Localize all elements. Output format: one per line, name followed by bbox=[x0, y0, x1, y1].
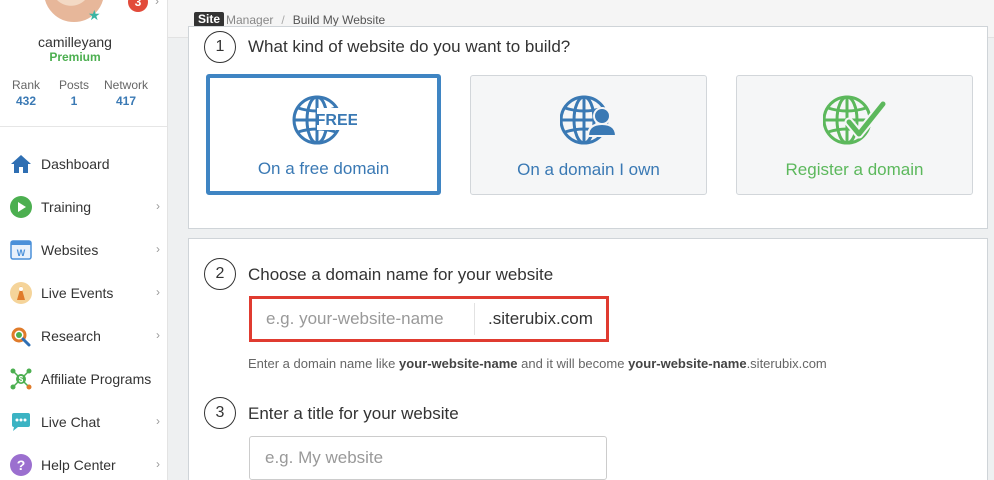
hint-text: and it will become bbox=[517, 356, 629, 371]
notification-badge[interactable]: 3 bbox=[128, 0, 148, 12]
chevron-right-icon: › bbox=[156, 199, 160, 213]
sidebar-item-affiliate-programs[interactable]: $ Affiliate Programs bbox=[0, 357, 168, 400]
step-title: Choose a domain name for your website bbox=[248, 265, 554, 284]
sidebar-item-websites[interactable]: W Websites › bbox=[0, 228, 168, 271]
globe-check-icon bbox=[822, 94, 887, 151]
step-title: Enter a title for your website bbox=[248, 404, 459, 423]
sidebar-item-label: Live Events bbox=[41, 284, 114, 301]
sidebar-item-label: Dashboard bbox=[41, 155, 110, 172]
hint-text: .siterubix.com bbox=[746, 356, 827, 371]
option-label: Register a domain bbox=[785, 160, 924, 179]
svg-text:W: W bbox=[17, 248, 26, 258]
chevron-right-icon: › bbox=[156, 457, 160, 471]
help-icon: ? bbox=[9, 453, 33, 477]
sidebar-item-label: Research bbox=[41, 327, 101, 344]
hint-example: your-website-name bbox=[399, 356, 518, 371]
sidebar-item-help-center[interactable]: ? Help Center › bbox=[0, 443, 168, 480]
profile-card: ★ 3 › camilleyang Premium Rank 432 Posts… bbox=[0, 0, 167, 127]
globe-free-icon: FREE bbox=[291, 94, 358, 151]
stat-value: 417 bbox=[115, 94, 137, 108]
sidebar-item-label: Live Chat bbox=[41, 413, 101, 430]
play-icon bbox=[9, 195, 33, 219]
site-logo[interactable]: Site bbox=[194, 12, 225, 27]
domain-name-field: .siterubix.com bbox=[249, 296, 609, 342]
sidebar-item-label: Training bbox=[41, 198, 92, 215]
profile-stats: Rank 432 Posts 1 Network 417 bbox=[0, 78, 160, 108]
chevron-right-icon: › bbox=[156, 414, 160, 428]
option-label: On a domain I own bbox=[517, 160, 660, 179]
globe-person-icon bbox=[559, 94, 618, 151]
hint-text: Enter a domain name like bbox=[248, 356, 400, 371]
breadcrumb-separator: / bbox=[281, 12, 285, 27]
sidebar-item-training[interactable]: Training › bbox=[0, 185, 168, 228]
sidebar-item-label: Websites bbox=[41, 241, 99, 258]
stat-rank[interactable]: Rank 432 bbox=[0, 78, 52, 108]
chevron-right-icon: › bbox=[156, 285, 160, 299]
chat-icon bbox=[9, 410, 33, 434]
chevron-right-icon: › bbox=[156, 242, 160, 256]
sidebar-item-live-chat[interactable]: Live Chat › bbox=[0, 400, 168, 443]
svg-text:?: ? bbox=[17, 457, 26, 473]
step-number: 3 bbox=[204, 397, 236, 429]
option-free-domain[interactable]: FREE On a free domain bbox=[206, 74, 441, 195]
svg-text:$: $ bbox=[19, 375, 24, 384]
step-number: 1 bbox=[204, 31, 236, 63]
sidebar-item-label: Help Center bbox=[41, 456, 116, 473]
option-register-domain[interactable]: Register a domain bbox=[736, 75, 973, 195]
hint-example: your-website-name bbox=[628, 356, 747, 371]
sidebar: ★ 3 › camilleyang Premium Rank 432 Posts… bbox=[0, 0, 168, 480]
domain-suffix: .siterubix.com bbox=[488, 309, 593, 328]
live-events-icon bbox=[9, 281, 33, 305]
membership-level: Premium bbox=[49, 50, 101, 64]
chevron-right-icon[interactable]: › bbox=[155, 0, 159, 8]
domain-hint: Enter a domain name like your-website-na… bbox=[248, 356, 827, 371]
stat-label: Rank bbox=[11, 78, 40, 92]
breadcrumb-site-manager[interactable]: Manager bbox=[226, 13, 273, 27]
stat-posts[interactable]: Posts 1 bbox=[52, 78, 96, 108]
sidebar-item-live-events[interactable]: Live Events › bbox=[0, 271, 168, 314]
stat-label: Network bbox=[103, 78, 148, 92]
chevron-right-icon: › bbox=[156, 328, 160, 342]
step-title: What kind of website do you want to buil… bbox=[248, 37, 571, 56]
affiliate-icon: $ bbox=[9, 367, 33, 391]
option-domain-i-own[interactable]: On a domain I own bbox=[470, 75, 707, 195]
website-icon: W bbox=[9, 238, 33, 262]
sidebar-nav: Dashboard Training › W Websites › Live E… bbox=[0, 142, 168, 480]
domain-details-panel: 2 Choose a domain name for your website … bbox=[188, 238, 988, 480]
sidebar-item-dashboard[interactable]: Dashboard bbox=[0, 142, 168, 185]
username[interactable]: camilleyang bbox=[0, 34, 150, 50]
home-icon bbox=[9, 152, 33, 176]
stat-value: 1 bbox=[70, 94, 78, 108]
website-title-input[interactable] bbox=[249, 436, 607, 480]
breadcrumb-current-page: Build My Website bbox=[292, 12, 386, 27]
website-type-panel: 1 What kind of website do you want to bu… bbox=[188, 26, 988, 229]
stat-label: Posts bbox=[58, 78, 89, 92]
premium-star-icon: ★ bbox=[88, 7, 101, 23]
step-number: 2 bbox=[204, 258, 236, 290]
stat-network[interactable]: Network 417 bbox=[96, 78, 156, 108]
research-icon bbox=[9, 324, 33, 348]
domain-name-input[interactable] bbox=[252, 299, 474, 339]
domain-divider bbox=[474, 303, 475, 335]
sidebar-item-label: Affiliate Programs bbox=[41, 370, 152, 387]
stat-value: 432 bbox=[15, 94, 37, 108]
sidebar-item-research[interactable]: Research › bbox=[0, 314, 168, 357]
breadcrumb: Site Manager / Build My Website bbox=[194, 12, 385, 27]
option-label: On a free domain bbox=[257, 159, 390, 178]
free-badge: FREE bbox=[315, 112, 356, 129]
